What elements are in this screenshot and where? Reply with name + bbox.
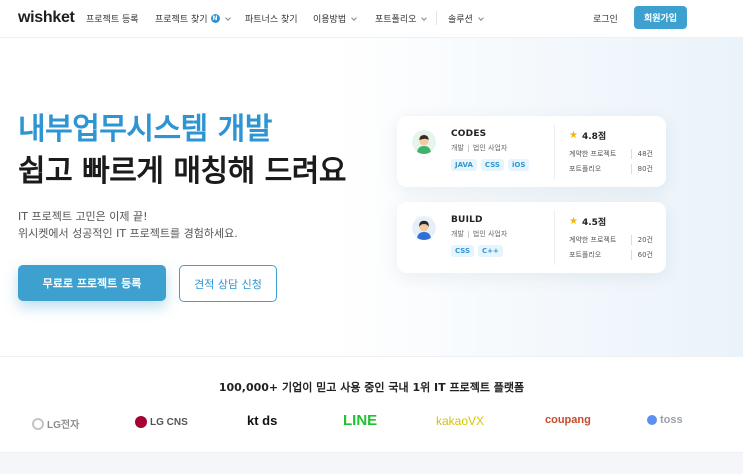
stat-value: 20건 bbox=[630, 235, 653, 245]
skill-tag: C++ bbox=[478, 245, 503, 257]
rating: ★ 4.5점 bbox=[569, 215, 606, 228]
skill-tags: CSS C++ bbox=[451, 245, 503, 257]
rating-value: 4.8점 bbox=[581, 132, 607, 142]
partner-role: 개발 bbox=[451, 144, 464, 152]
stat-value: 60건 bbox=[630, 250, 653, 260]
chevron-down-icon bbox=[224, 14, 231, 21]
lg-electronics-logo: LG전자 bbox=[32, 416, 79, 431]
nav-label: 포트폴리오 bbox=[375, 15, 417, 25]
nav-divider bbox=[436, 11, 437, 25]
partner-role: 개발 bbox=[451, 230, 464, 238]
signup-button[interactable]: 회원가입 bbox=[634, 6, 687, 29]
contracts-stat: 계약한 프로젝트 48건 bbox=[569, 149, 653, 159]
rating: ★ 4.8점 bbox=[569, 129, 606, 142]
stat-label: 포트폴리오 bbox=[569, 251, 602, 259]
contracts-stat: 계약한 프로젝트 20건 bbox=[569, 235, 653, 245]
nav-how-to-use[interactable]: 이용방법 bbox=[313, 12, 357, 25]
partner-type: 법인 사업자 bbox=[472, 144, 508, 152]
kakaovx-logo: kakaoVX bbox=[436, 414, 485, 428]
chevron-down-icon bbox=[351, 14, 357, 21]
meta-separator bbox=[467, 230, 469, 238]
nav-project-register[interactable]: 프로젝트 등록 bbox=[86, 12, 139, 25]
nav-label: 파트너스 찾기 bbox=[245, 15, 298, 25]
skill-tag: iOS bbox=[507, 159, 530, 171]
hero-sub-line: IT 프로젝트 고민은 이제 끝! bbox=[18, 210, 148, 223]
lg-cns-logo: LG CNS bbox=[135, 416, 188, 428]
rating-value: 4.5점 bbox=[581, 218, 607, 228]
nav-portfolio[interactable]: 포트폴리오 bbox=[375, 12, 428, 25]
client-logos: LG전자 LG CNS kt ds LINE kakaoVX coupang t… bbox=[0, 412, 743, 434]
hero-title: 쉽고 빠르게 매칭해 드려요 bbox=[18, 154, 346, 189]
stat-label: 계약한 프로젝트 bbox=[569, 236, 617, 244]
hero-title-highlight: 내부업무시스템 개발 bbox=[18, 112, 272, 147]
partner-name: CODES bbox=[451, 129, 487, 139]
partner-meta: 개발 법인 사업자 bbox=[451, 229, 507, 239]
next-section-peek bbox=[0, 452, 743, 474]
nav-label: 프로젝트 등록 bbox=[86, 15, 139, 25]
register-project-button[interactable]: 무료로 프로젝트 등록 bbox=[18, 265, 166, 301]
skill-tag: CSS bbox=[480, 159, 504, 171]
toss-logo: toss bbox=[647, 414, 683, 426]
brand-name: LG전자 bbox=[47, 420, 80, 431]
chevron-down-icon bbox=[421, 14, 428, 21]
coupang-logo: coupang bbox=[545, 414, 591, 426]
ktds-logo: kt ds bbox=[247, 413, 278, 428]
partner-card[interactable]: BUILD 개발 법인 사업자 CSS C++ ★ 4.5점 계약한 프로젝트 2… bbox=[397, 202, 666, 273]
nav-label: 프로젝트 찾기 bbox=[155, 15, 208, 25]
hero-sub-line: 위시켓에서 성공적인 IT 프로젝트를 경험하세요. bbox=[18, 227, 238, 240]
hero-subtitle: IT 프로젝트 고민은 이제 끝! 위시켓에서 성공적인 IT 프로젝트를 경험… bbox=[18, 208, 238, 242]
lg-symbol-icon bbox=[32, 417, 44, 430]
stat-label: 포트폴리오 bbox=[569, 165, 602, 173]
estimate-consult-button[interactable]: 견적 상담 신청 bbox=[179, 265, 277, 302]
line-logo: LINE bbox=[343, 412, 378, 429]
avatar bbox=[412, 216, 436, 240]
trust-headline: 100,000+ 기업이 믿고 사용 중인 국내 1위 IT 프로젝트 플랫폼 bbox=[218, 381, 525, 394]
skill-tag: CSS bbox=[451, 245, 475, 257]
stat-value: 80건 bbox=[630, 164, 653, 174]
lg-symbol-icon bbox=[135, 416, 147, 428]
wishket-logo[interactable]: wishket bbox=[18, 9, 75, 27]
hero-section: 내부업무시스템 개발 쉽고 빠르게 매칭해 드려요 IT 프로젝트 고민은 이제… bbox=[0, 38, 743, 356]
brand-name: toss bbox=[660, 414, 683, 426]
star-icon: ★ bbox=[569, 216, 578, 227]
top-nav: wishket 프로젝트 등록 프로젝트 찾기 N 파트너스 찾기 이용방법 포… bbox=[0, 0, 743, 38]
portfolio-stat: 포트폴리오 60건 bbox=[569, 250, 653, 260]
portfolio-stat: 포트폴리오 80건 bbox=[569, 164, 653, 174]
skill-tag: JAVA bbox=[451, 159, 477, 171]
partner-meta: 개발 법인 사업자 bbox=[451, 143, 507, 153]
card-divider bbox=[554, 124, 555, 179]
login-link[interactable]: 로그인 bbox=[593, 12, 618, 25]
nav-partners-find[interactable]: 파트너스 찾기 bbox=[245, 12, 298, 25]
new-badge: N bbox=[210, 14, 220, 23]
star-icon: ★ bbox=[569, 130, 578, 141]
partner-type: 법인 사업자 bbox=[472, 230, 508, 238]
meta-separator bbox=[467, 144, 469, 152]
partner-card[interactable]: CODES 개발 법인 사업자 JAVA CSS iOS ★ 4.8점 계약한 프… bbox=[397, 116, 666, 187]
avatar bbox=[412, 130, 436, 154]
nav-label: 이용방법 bbox=[313, 15, 347, 25]
card-divider bbox=[554, 210, 555, 265]
partner-name: BUILD bbox=[451, 215, 483, 225]
nav-label: 솔루션 bbox=[448, 15, 473, 25]
stat-value: 48건 bbox=[630, 149, 653, 159]
nav-solution[interactable]: 솔루션 bbox=[448, 12, 484, 25]
trust-section: 100,000+ 기업이 믿고 사용 중인 국내 1위 IT 프로젝트 플랫폼 … bbox=[0, 356, 743, 452]
nav-project-find[interactable]: 프로젝트 찾기 N bbox=[155, 12, 231, 25]
brand-name: LG CNS bbox=[150, 416, 188, 428]
toss-symbol-icon bbox=[647, 415, 657, 425]
chevron-down-icon bbox=[478, 14, 484, 21]
skill-tags: JAVA CSS iOS bbox=[451, 159, 530, 171]
stat-label: 계약한 프로젝트 bbox=[569, 150, 617, 158]
